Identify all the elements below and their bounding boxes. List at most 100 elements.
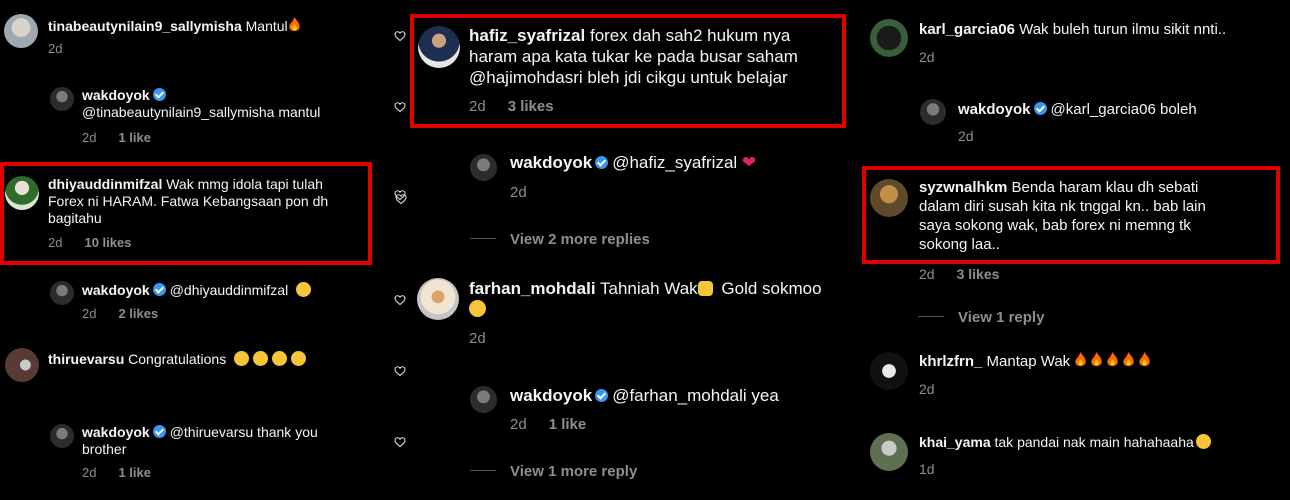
avatar[interactable]	[417, 278, 459, 320]
comment-age: 1d	[919, 461, 935, 477]
avatar[interactable]	[470, 386, 497, 413]
verified-badge-icon	[595, 389, 609, 402]
comment-username[interactable]: wakdoyok	[510, 153, 592, 172]
verified-badge-icon	[595, 156, 609, 169]
comment-meta: 2d	[919, 381, 957, 397]
comment-likes[interactable]: 1 like	[549, 416, 587, 433]
comment-item: farhan_mohdali Tahniah Wak Gold sokmoo 2…	[410, 275, 860, 350]
fire-emoji	[1091, 352, 1103, 366]
clapping-hands-emoji	[697, 281, 713, 296]
comments-column-left: tinabeautynilain9_sallymisha Mantul 2d w…	[0, 0, 380, 500]
comment-meta: 2d	[48, 41, 84, 56]
comment-meta: 2d 2 likes	[82, 306, 180, 321]
fire-emoji	[1075, 352, 1087, 366]
reply-item: wakdoyok @thiruevarsu thank you brother 2…	[0, 422, 380, 487]
heart-eyes-emoji	[291, 351, 307, 366]
reply-item: wakdoyok @karl_garcia06 boleh 2d	[910, 96, 1290, 146]
red-heart-emoji: ❤	[741, 153, 757, 172]
comment-meta: 2d	[510, 184, 549, 201]
comment-username[interactable]: wakdoyok	[82, 87, 150, 103]
comment-text-line: brother	[82, 441, 127, 457]
comment-username[interactable]: farhan_mohdali	[469, 279, 596, 298]
comment-username[interactable]: karl_garcia06	[919, 21, 1015, 38]
comment-age: 2d	[958, 128, 974, 144]
heart-outline-icon[interactable]	[394, 30, 406, 42]
comment-text: tak pandai nak main hahahaaha	[994, 434, 1194, 450]
heart-outline-icon[interactable]	[394, 101, 406, 113]
comment-item: tinabeautynilain9_sallymisha Mantul 2d	[0, 0, 380, 70]
comment-age: 2d	[82, 306, 97, 321]
comment-item: thiruevarsu Congratulations	[0, 343, 380, 388]
comment-likes[interactable]: 3 likes	[957, 266, 1000, 282]
comment-meta: 2d	[958, 128, 996, 144]
laughing-emoji	[469, 300, 486, 317]
comment-username[interactable]: tinabeautynilain9_sallymisha	[48, 18, 242, 34]
comment-text: @dhiyauddinmifzal	[169, 282, 289, 298]
avatar[interactable]	[5, 348, 39, 382]
heart-outline-icon[interactable]	[395, 193, 407, 205]
comment-likes[interactable]: 1 like	[118, 130, 151, 145]
verified-badge-icon	[1033, 102, 1047, 115]
comment-likes[interactable]: 1 like	[118, 465, 151, 480]
comment-item: karl_garcia06 Wak buleh turun ilmu sikit…	[860, 14, 1290, 74]
comment-meta: 1d	[919, 461, 957, 477]
view-more-replies[interactable]: View 2 more replies	[470, 231, 650, 248]
avatar[interactable]	[50, 281, 74, 305]
comment-meta: 2d 3 likes	[919, 266, 1021, 282]
comment-username[interactable]: wakdoyok	[958, 101, 1031, 118]
reply-item: wakdoyok @farhan_mohdali yea 2d 1 like	[460, 383, 860, 438]
highlight-box	[862, 166, 1280, 264]
comment-text: Gold sokmoo	[721, 279, 822, 298]
comment-meta: 2d 1 like	[82, 130, 173, 145]
avatar[interactable]	[50, 424, 74, 448]
comment-text: Mantul	[245, 18, 288, 34]
highlight-box	[410, 14, 846, 128]
comment-text: Mantap Wak	[986, 353, 1071, 370]
comment-username[interactable]: thiruevarsu	[48, 351, 124, 367]
avatar[interactable]	[870, 352, 908, 390]
heart-eyes-emoji	[272, 351, 288, 366]
heart-outline-icon[interactable]	[394, 294, 406, 306]
comment-text: Congratulations	[128, 351, 227, 367]
comment-likes[interactable]: 2 likes	[118, 306, 158, 321]
comment-text: @farhan_mohdali yea	[612, 386, 779, 405]
comment-age: 2d	[919, 266, 935, 282]
comment-text: @hafiz_syafrizal	[612, 153, 738, 172]
verified-badge-icon	[152, 88, 166, 101]
comment-item: khrlzfrn_ Mantap Wak 2d	[860, 345, 1290, 397]
avatar[interactable]	[4, 14, 38, 48]
fire-emoji	[289, 17, 300, 31]
comment-text-line: @thiruevarsu thank you	[169, 424, 318, 440]
fire-emoji	[1123, 352, 1135, 366]
reply-item: wakdoyok @tinabeautynilain9_sallymisha m…	[0, 84, 380, 149]
comment-age: 2d	[919, 49, 935, 65]
comment-username[interactable]: wakdoyok	[510, 386, 592, 405]
heart-outline-icon[interactable]	[394, 436, 406, 448]
heart-outline-icon[interactable]	[394, 365, 406, 377]
comment-age: 2d	[82, 130, 97, 145]
avatar[interactable]	[470, 154, 497, 181]
view-more-replies[interactable]: View 1 more reply	[470, 463, 637, 480]
comment-username[interactable]: wakdoyok	[82, 282, 150, 298]
comment-text: @karl_garcia06 boleh	[1050, 101, 1197, 118]
comments-column-middle: hafiz_syafrizal forex dah sah2 hukum nya…	[380, 0, 860, 500]
comment-text: Tahniah Wak	[600, 279, 698, 298]
comment-age: 2d	[48, 41, 63, 56]
avatar[interactable]	[870, 433, 908, 471]
verified-badge-icon	[152, 425, 166, 438]
heart-eyes-emoji	[234, 351, 250, 366]
view-more-replies[interactable]: View 1 reply	[918, 309, 1044, 326]
comments-column-right: karl_garcia06 Wak buleh turun ilmu sikit…	[860, 0, 1290, 500]
avatar[interactable]	[50, 87, 74, 111]
verified-badge-icon	[152, 283, 166, 296]
comment-age: 2d	[919, 381, 935, 397]
avatar[interactable]	[920, 99, 946, 125]
comment-age: 2d	[82, 465, 97, 480]
avatar[interactable]	[870, 19, 908, 57]
comment-username[interactable]: wakdoyok	[82, 424, 150, 440]
comment-username[interactable]: khrlzfrn_	[919, 353, 982, 370]
comment-username[interactable]: khai_yama	[919, 434, 991, 450]
comment-text: Wak buleh turun ilmu sikit nnti..	[1019, 21, 1227, 38]
comment-meta: 2d 1 like	[82, 465, 173, 480]
comment-text: @tinabeautynilain9_sallymisha mantul	[82, 104, 321, 120]
